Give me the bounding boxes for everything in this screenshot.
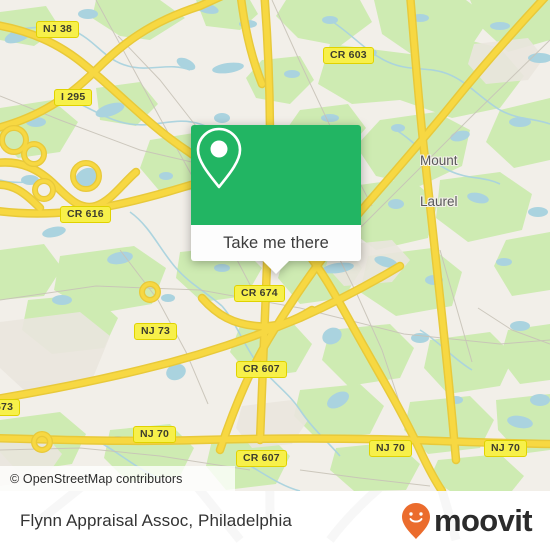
road-shield: 673	[0, 399, 21, 416]
road-shield: NJ 70	[484, 440, 528, 457]
callout-image-area	[191, 125, 361, 225]
road-shield: CR 607	[236, 361, 287, 378]
road-shield: NJ 73	[134, 323, 178, 340]
location-callout-card[interactable]: Take me there	[191, 125, 361, 274]
map-pin-icon	[196, 127, 242, 189]
road-shield: CR 674	[234, 285, 285, 302]
callout-pointer	[263, 261, 289, 274]
page-title: Flynn Appraisal Assoc, Philadelphia	[20, 510, 292, 530]
road-shield: NJ 70	[369, 440, 413, 457]
footer-bar: Flynn Appraisal Assoc, Philadelphia moov…	[0, 491, 550, 550]
map-canvas[interactable]: NJ 38 I 295 CR 603 CR 616 CR 674 NJ 73 C…	[0, 0, 550, 491]
place-label-line1: Mount	[420, 153, 458, 168]
take-me-there-label: Take me there	[223, 233, 329, 252]
place-label-line2: Laurel	[420, 193, 458, 209]
map-attribution: © OpenStreetMap contributors	[0, 466, 235, 491]
road-shield: CR 607	[236, 450, 287, 467]
road-shield: NJ 70	[133, 426, 177, 443]
moovit-logo[interactable]: moovit	[400, 502, 533, 540]
moovit-wordmark: moovit	[433, 503, 533, 538]
road-shield: NJ 38	[36, 21, 80, 38]
road-shield: I 295	[54, 89, 93, 106]
road-shield: CR 616	[60, 206, 111, 223]
moovit-pin-smile-icon	[401, 502, 430, 539]
road-shield: CR 603	[323, 47, 374, 64]
callout-action-bar[interactable]: Take me there	[191, 225, 361, 261]
place-label-mount-laurel: Mount Laurel	[420, 127, 458, 235]
attribution-text: © OpenStreetMap contributors	[10, 471, 183, 486]
map-screen: NJ 38 I 295 CR 603 CR 616 CR 674 NJ 73 C…	[0, 0, 550, 550]
